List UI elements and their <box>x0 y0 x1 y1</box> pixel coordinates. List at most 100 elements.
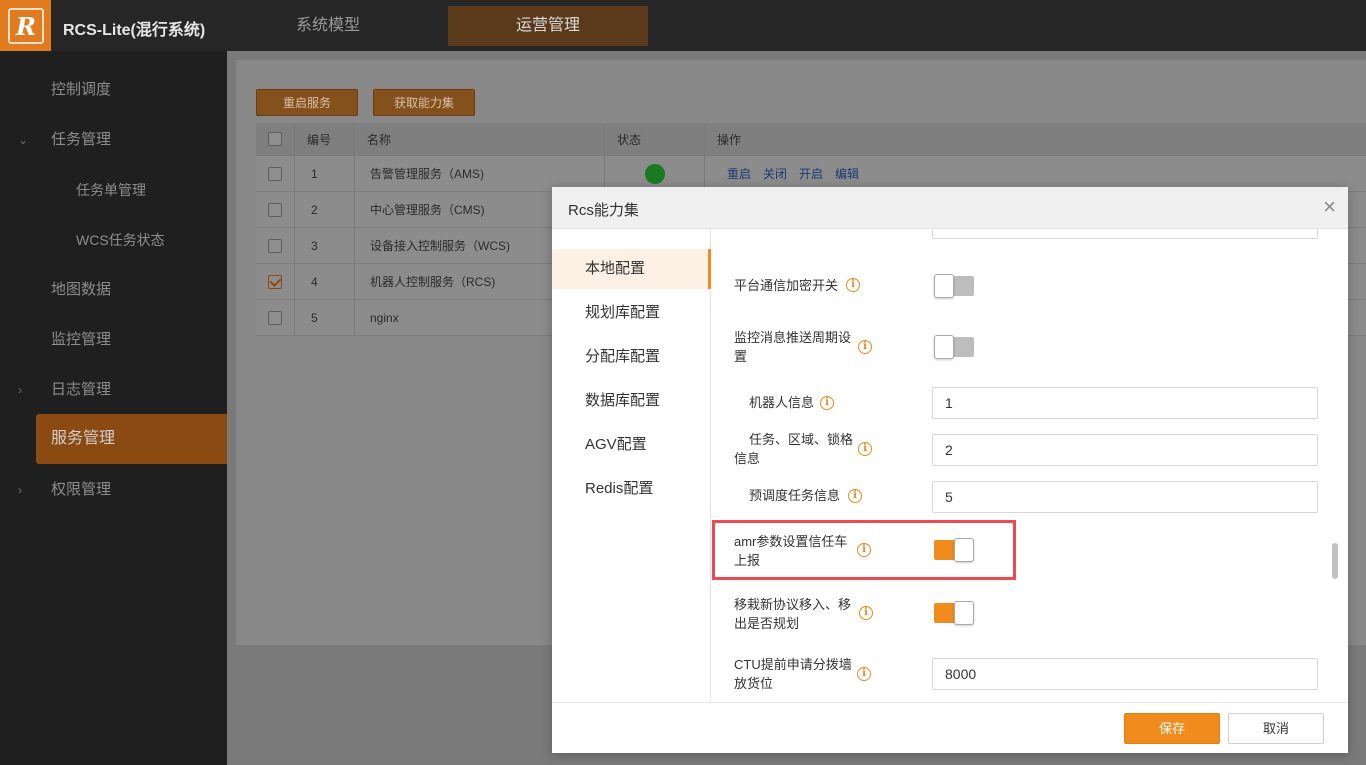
task-area-label: 任务、区域、锁格 信息 <box>734 430 853 468</box>
label-line: amr参数设置信任车 <box>734 534 848 549</box>
tab-operations[interactable]: 运营管理 <box>448 6 648 46</box>
migrate-protocol-label: 移栽新协议移入、移 出是否规划 <box>734 595 851 633</box>
info-icon[interactable]: i <box>820 396 834 410</box>
svg-text:R: R <box>15 12 36 41</box>
label-line: 任务、区域、锁格 <box>749 432 854 447</box>
column-header: 状态 <box>605 123 705 155</box>
migrate-protocol-toggle[interactable] <box>934 601 974 625</box>
amr-trust-toggle[interactable] <box>934 538 974 562</box>
dialog-body: 平台通信加密开关 i 监控消息推送周期设 置 i 机器人信息 i 1 任务、区域… <box>712 229 1348 702</box>
sidebar-item-log-management[interactable]: › 日志管理 <box>0 365 227 415</box>
label-line: 放货位 <box>734 676 774 691</box>
row-checkbox[interactable] <box>268 310 282 325</box>
save-button[interactable]: 保存 <box>1124 713 1220 744</box>
cancel-button[interactable]: 取消 <box>1228 713 1324 744</box>
chevron-right-icon: › <box>18 383 22 397</box>
dialog-nav: 本地配置 规划库配置 分配库配置 数据库配置 AGV配置 Redis配置 <box>552 229 711 702</box>
nav-redis-config[interactable]: Redis配置 <box>552 469 711 509</box>
robot-info-label: 机器人信息 <box>749 395 815 410</box>
dialog-title: Rcs能力集 <box>568 202 639 219</box>
nav-planner-config[interactable]: 规划库配置 <box>552 293 711 333</box>
sidebar-item-wcs-task-status[interactable]: WCS任务状态 <box>0 215 227 265</box>
row-id: 2 <box>295 192 355 227</box>
label-line: 置 <box>734 349 748 364</box>
sidebar-item-task-orders[interactable]: 任务单管理 <box>0 165 227 215</box>
status-indicator <box>644 163 665 184</box>
info-icon[interactable]: i <box>848 489 862 503</box>
sidebar-item-monitoring[interactable]: 监控管理 <box>0 315 227 365</box>
ctu-input[interactable]: 8000 <box>932 658 1318 690</box>
info-icon[interactable]: i <box>858 442 872 456</box>
label-line: 出是否规划 <box>734 616 800 631</box>
predispatch-input[interactable]: 5 <box>932 481 1318 513</box>
sidebar-item-label: WCS任务状态 <box>76 232 165 248</box>
sidebar-item-map-data[interactable]: 地图数据 <box>0 265 227 315</box>
platform-encrypt-toggle[interactable] <box>934 274 974 298</box>
row-id: 4 <box>295 264 355 299</box>
tab-system-model[interactable]: 系统模型 <box>268 6 388 46</box>
row-checkbox[interactable] <box>268 238 282 253</box>
sidebar-item-task-management[interactable]: ⌄ 任务管理 <box>0 115 227 165</box>
row-checkbox-checked[interactable] <box>268 274 282 289</box>
robot-info-input[interactable]: 1 <box>932 387 1318 419</box>
label-line: 上报 <box>734 553 761 568</box>
row-checkbox[interactable] <box>268 166 282 181</box>
start-link[interactable]: 开启 <box>799 165 823 182</box>
nav-agv-config[interactable]: AGV配置 <box>552 425 711 465</box>
stop-link[interactable]: 关闭 <box>763 165 787 182</box>
task-area-input[interactable]: 2 <box>932 434 1318 466</box>
sidebar-item-permissions[interactable]: › 权限管理 <box>0 465 227 515</box>
column-header: 编号 <box>295 123 355 155</box>
monitor-push-toggle[interactable] <box>934 335 974 359</box>
sidebar-item-service-management[interactable]: 服务管理 <box>36 414 227 464</box>
label-line: 信息 <box>734 451 761 466</box>
platform-encrypt-label: 平台通信加密开关 <box>734 278 839 293</box>
predispatch-label: 预调度任务信息 <box>749 488 841 503</box>
top-input[interactable] <box>932 229 1318 239</box>
sidebar: 控制调度 ⌄ 任务管理 任务单管理 WCS任务状态 地图数据 监控管理 › 日志管理… <box>0 51 227 765</box>
edit-link[interactable]: 编辑 <box>835 165 859 182</box>
logo-r-icon: R <box>7 7 44 44</box>
ctu-label: CTU提前申请分拨墙 放货位 <box>734 655 852 693</box>
close-icon[interactable]: × <box>1323 195 1336 219</box>
top-bar: R RCS-Lite(混行系统) 系统模型 运营管理 <box>0 0 1366 51</box>
row-id: 3 <box>295 228 355 263</box>
label-line: 移栽新协议移入、移 <box>734 597 852 612</box>
toggle-knob <box>934 335 954 359</box>
sidebar-item-label: 控制调度 <box>51 81 112 98</box>
amr-trust-label: amr参数设置信任车 上报 <box>734 532 847 570</box>
row-id: 5 <box>295 300 355 335</box>
sidebar-item-label: 服务管理 <box>51 430 116 447</box>
rcs-capability-dialog: Rcs能力集 × 本地配置 规划库配置 分配库配置 数据库配置 AGV配置 Re… <box>552 187 1348 753</box>
sidebar-item-label: 日志管理 <box>51 381 112 398</box>
column-header: 操作 <box>717 132 742 147</box>
label-line: CTU提前申请分拨墙 <box>734 657 852 672</box>
sidebar-item-label: 地图数据 <box>51 281 112 298</box>
toggle-knob <box>954 601 974 625</box>
nav-local-config[interactable]: 本地配置 <box>552 249 711 289</box>
app-title: RCS-Lite(混行系统) <box>63 22 206 39</box>
sidebar-item-control-dispatch[interactable]: 控制调度 <box>0 65 227 115</box>
nav-allocator-config[interactable]: 分配库配置 <box>552 337 711 377</box>
select-all-checkbox[interactable] <box>268 132 282 146</box>
sidebar-item-label: 任务单管理 <box>76 182 146 198</box>
row-id: 1 <box>295 156 355 191</box>
scrollbar[interactable] <box>1332 543 1338 579</box>
dialog-footer: 保存 取消 <box>552 702 1348 753</box>
restart-link[interactable]: 重启 <box>727 165 751 182</box>
sidebar-item-label: 监控管理 <box>51 331 112 348</box>
nav-database-config[interactable]: 数据库配置 <box>552 381 711 421</box>
chevron-right-icon: › <box>18 483 22 497</box>
column-header: 名称 <box>355 123 605 155</box>
dialog-header: Rcs能力集 × <box>552 187 1348 229</box>
info-icon[interactable]: i <box>846 278 860 292</box>
toggle-knob <box>954 538 974 562</box>
info-icon[interactable]: i <box>857 543 871 557</box>
restart-service-button[interactable]: 重启服务 <box>256 89 358 116</box>
info-icon[interactable]: i <box>858 340 872 354</box>
get-capability-button[interactable]: 获取能力集 <box>373 89 475 116</box>
row-checkbox[interactable] <box>268 202 282 217</box>
info-icon[interactable]: i <box>857 667 871 681</box>
table-header: 编号 名称 状态 操作 <box>256 123 1366 156</box>
info-icon[interactable]: i <box>859 606 873 620</box>
